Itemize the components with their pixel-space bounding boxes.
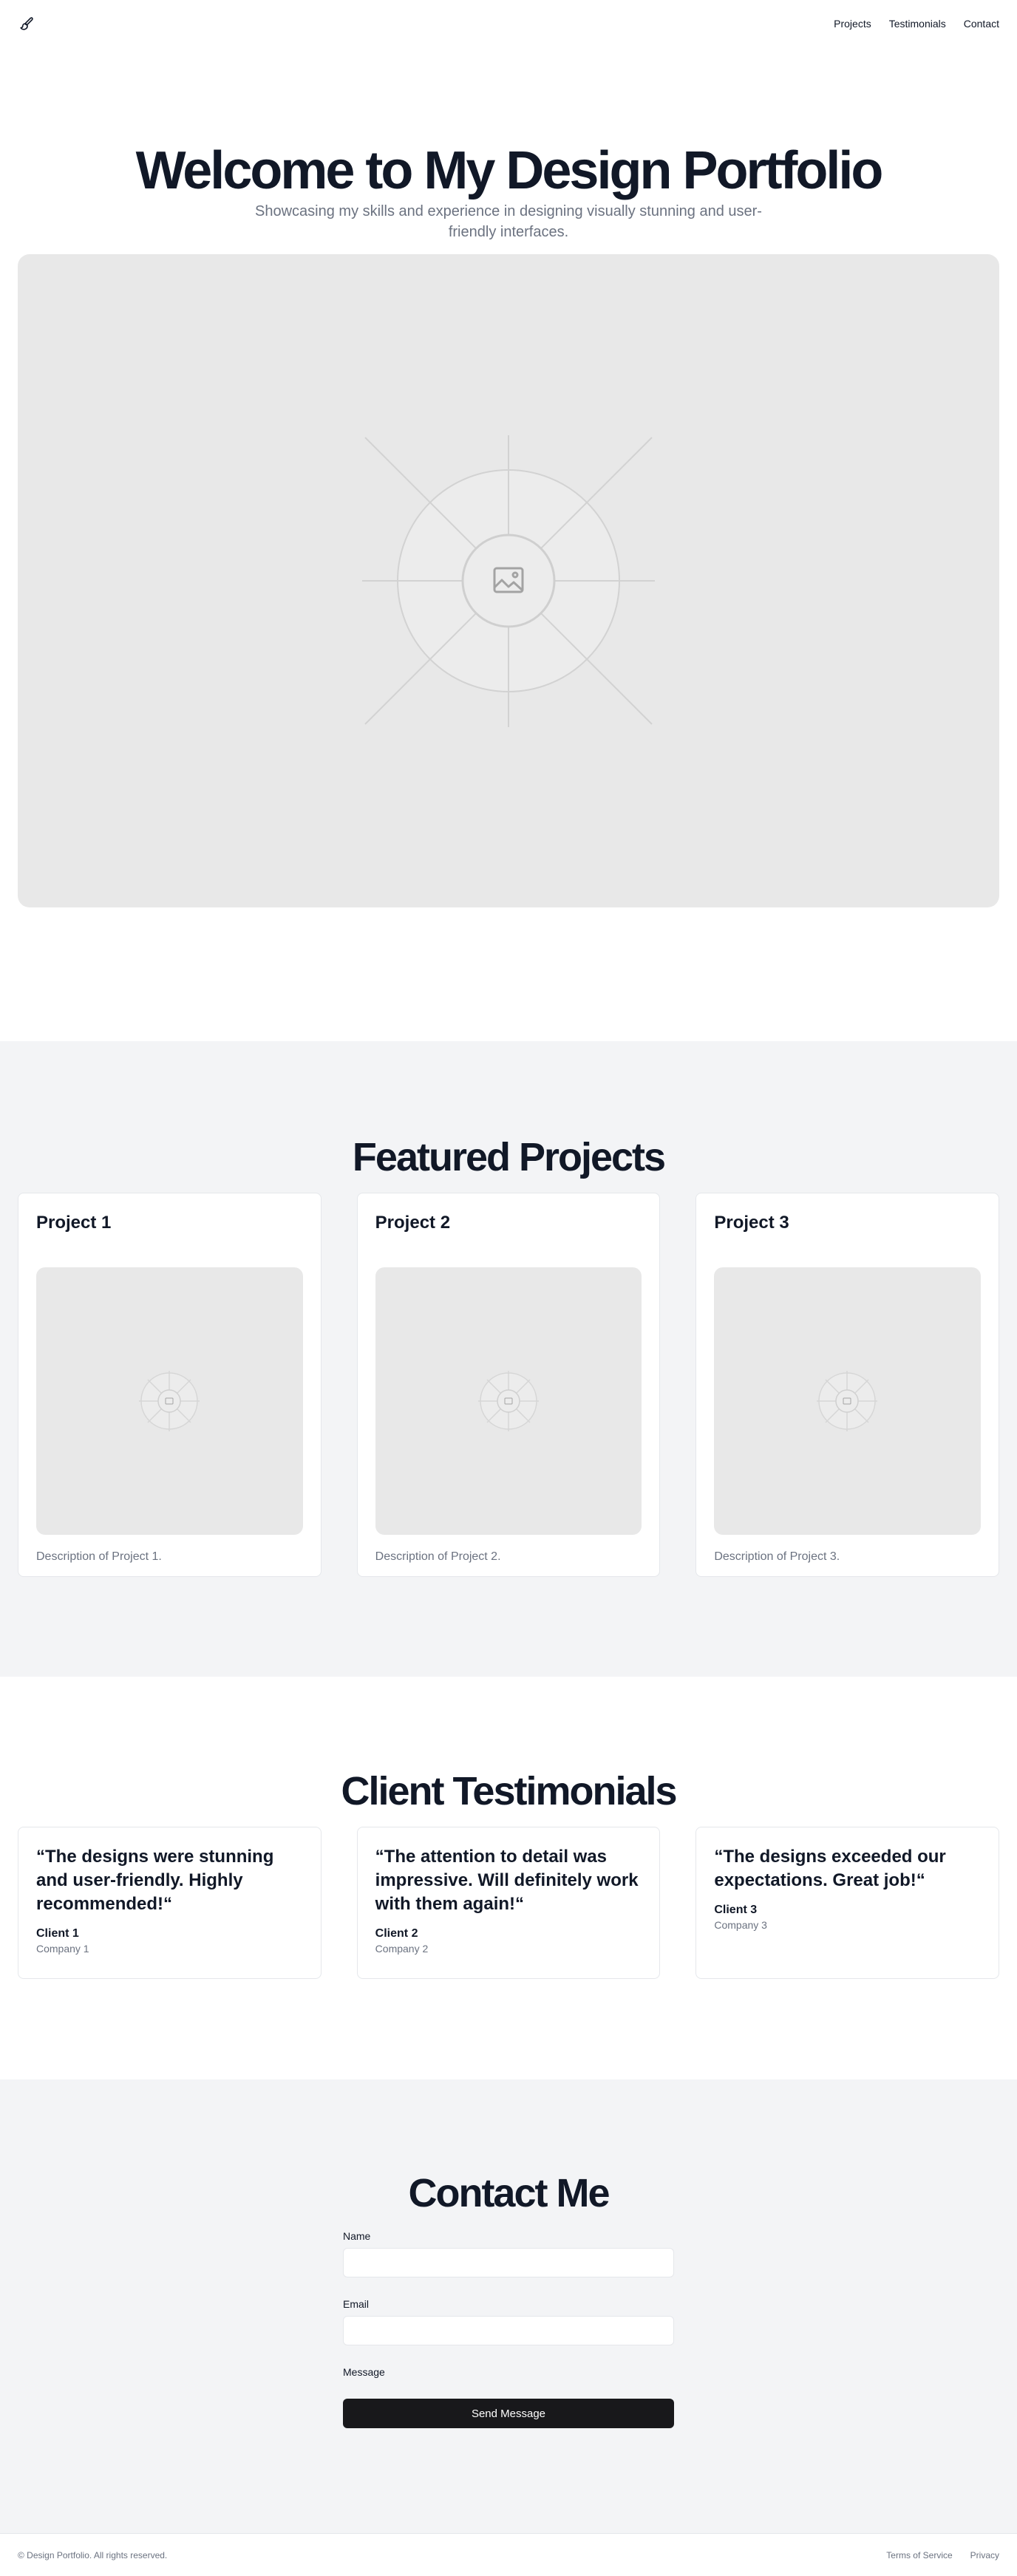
featured-projects-section: Featured Projects Project 1 Description … <box>0 1041 1017 1677</box>
contact-form: Name Email Message Send Message <box>343 2229 674 2428</box>
send-message-button[interactable]: Send Message <box>343 2399 674 2428</box>
project-title: Project 1 <box>36 1213 112 1233</box>
testimonials-title: Client Testimonials <box>341 1769 677 1813</box>
name-input[interactable] <box>343 2248 674 2277</box>
image-placeholder-icon <box>477 1371 539 1431</box>
testimonial-card: “The attention to detail was impressive.… <box>356 1827 661 1979</box>
project-card[interactable]: Project 3 Description of Project 3. <box>695 1193 1000 1577</box>
testimonial-card: “The designs were stunning and user-frie… <box>18 1827 322 1979</box>
email-label: Email <box>343 2298 370 2310</box>
project-image-placeholder <box>375 1267 642 1535</box>
copyright-text: © Design Portfolio. All rights reserved. <box>18 2549 168 2560</box>
project-title: Project 2 <box>375 1213 451 1233</box>
project-description: Description of Project 2. <box>375 1550 501 1563</box>
privacy-link[interactable]: Privacy <box>970 2550 999 2560</box>
image-placeholder-icon <box>817 1371 878 1431</box>
project-card[interactable]: Project 2 Description of Project 2. <box>356 1193 661 1577</box>
testimonial-quote: “The attention to detail was impressive.… <box>375 1847 639 1914</box>
testimonial-quote: “The designs exceeded our expectations. … <box>714 1847 946 1890</box>
contact-section: Contact Me Name Email Message Send Messa… <box>0 2079 1017 2533</box>
project-image-placeholder <box>714 1267 982 1535</box>
testimonial-client: Client 2 <box>375 1927 418 1940</box>
testimonial-company: Company 1 <box>36 1943 89 1955</box>
main-nav: Projects Testimonials Contact <box>834 18 999 30</box>
project-description: Description of Project 1. <box>36 1550 162 1563</box>
nav-testimonials-link[interactable]: Testimonials <box>889 18 946 30</box>
project-description: Description of Project 3. <box>714 1550 840 1563</box>
contact-title: Contact Me <box>408 2171 610 2215</box>
image-placeholder-icon <box>362 435 655 727</box>
testimonial-card-list: “The designs were stunning and user-frie… <box>0 1827 1017 1979</box>
site-footer: © Design Portfolio. All rights reserved.… <box>0 2533 1017 2576</box>
site-header: Projects Testimonials Contact <box>0 0 1017 47</box>
message-label: Message <box>343 2366 385 2378</box>
hero-title: Welcome to My Design Portfolio <box>135 141 884 200</box>
hero-subtitle: Showcasing my skills and experience in d… <box>255 203 762 240</box>
project-card[interactable]: Project 1 Description of Project 1. <box>18 1193 322 1577</box>
project-title: Project 3 <box>714 1213 789 1233</box>
featured-projects-title: Featured Projects <box>352 1135 666 1179</box>
footer-nav: Terms of Service Privacy <box>886 2550 999 2560</box>
email-input[interactable] <box>343 2316 674 2345</box>
email-field-group: Email <box>343 2297 674 2345</box>
nav-contact-link[interactable]: Contact <box>964 18 999 30</box>
testimonial-company: Company 2 <box>375 1943 429 1955</box>
image-placeholder-icon <box>139 1371 200 1431</box>
project-image-placeholder <box>36 1267 303 1535</box>
hero-image-placeholder <box>18 254 999 907</box>
name-field-group: Name <box>343 2229 674 2277</box>
testimonial-client: Client 3 <box>714 1904 758 1916</box>
project-card-list: Project 1 Description of Project 1. Proj… <box>0 1193 1017 1577</box>
testimonial-company: Company 3 <box>714 1919 767 1931</box>
testimonial-card: “The designs exceeded our expectations. … <box>695 1827 1000 1979</box>
nav-projects-link[interactable]: Projects <box>834 18 871 30</box>
testimonial-quote: “The designs were stunning and user-frie… <box>36 1847 274 1914</box>
paintbrush-icon[interactable] <box>18 15 35 33</box>
hero-section: Welcome to My Design Portfolio Showcasin… <box>0 47 1017 1041</box>
name-label: Name <box>343 2230 371 2242</box>
testimonial-client: Client 1 <box>36 1927 79 1940</box>
terms-link[interactable]: Terms of Service <box>886 2550 952 2560</box>
testimonials-section: Client Testimonials “The designs were st… <box>0 1677 1017 2079</box>
